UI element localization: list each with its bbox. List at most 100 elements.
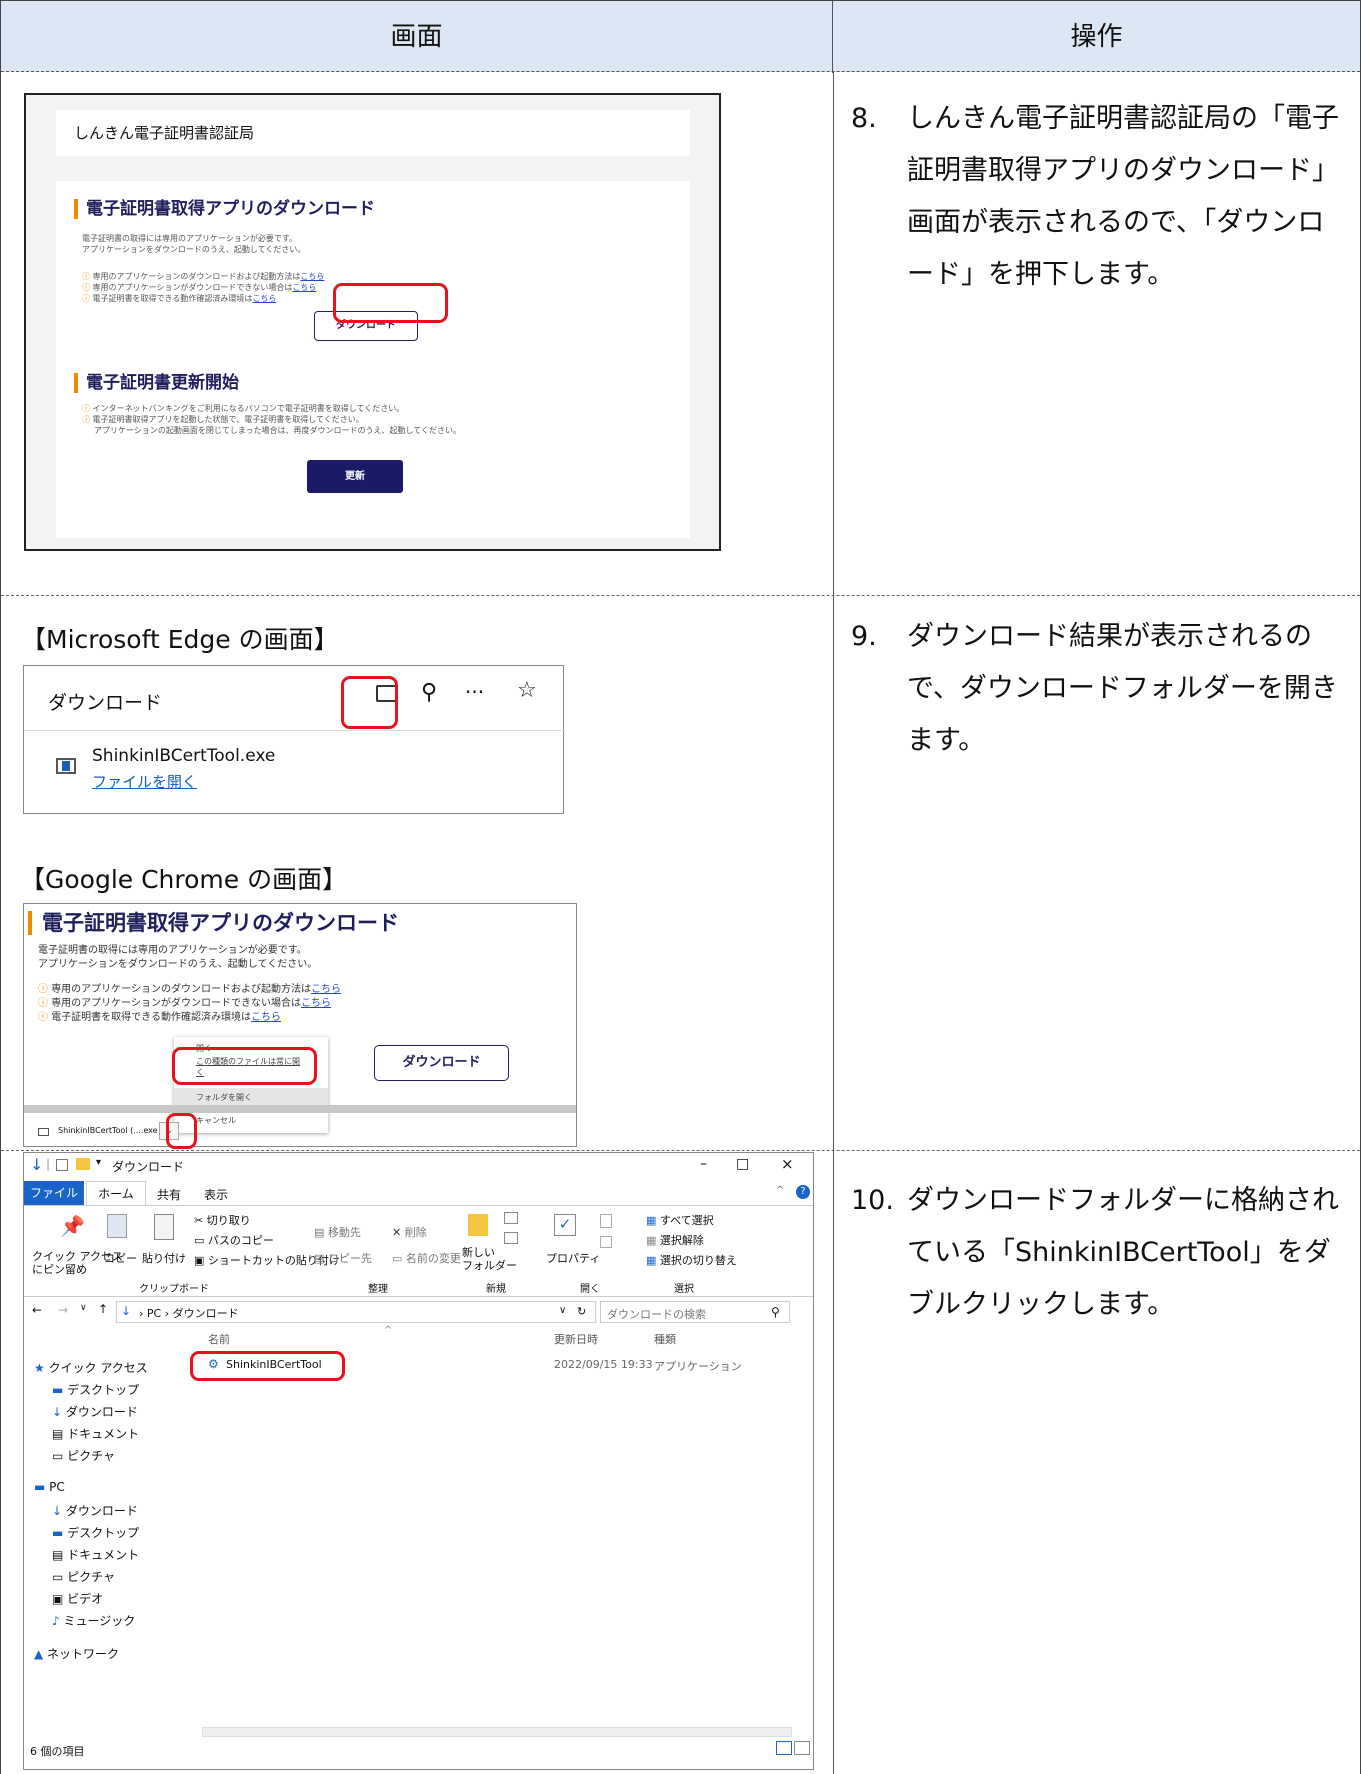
copy-path-label: パスのコピー xyxy=(207,1234,274,1247)
details-view-icon[interactable] xyxy=(776,1741,792,1755)
new-folder-icon xyxy=(468,1214,488,1236)
easy-access-icon[interactable] xyxy=(504,1232,518,1244)
select-none-icon: ▦ xyxy=(646,1234,660,1247)
help-icon[interactable]: ? xyxy=(796,1185,810,1199)
info-icon: ⓘ xyxy=(38,984,52,995)
link-here[interactable]: こちら xyxy=(301,998,331,1009)
select-all-icon: ▦ xyxy=(646,1214,660,1227)
nav-item[interactable]: ▬ デスクトップ xyxy=(52,1524,139,1541)
network-icon: ▲ xyxy=(34,1647,48,1661)
nav-pc[interactable]: ▬ PC xyxy=(34,1480,65,1494)
tab-share[interactable]: 共有 xyxy=(157,1186,181,1203)
open-icon[interactable] xyxy=(600,1214,612,1228)
col-type[interactable]: 種類 xyxy=(654,1331,676,1347)
nav-label: ドキュメント xyxy=(67,1548,140,1562)
step-text: ダウンロードフォルダーに格納されている「ShinkinIBCertTool」をダ… xyxy=(907,1185,1339,1320)
maximize-icon[interactable]: □ xyxy=(736,1156,749,1172)
select-all-item[interactable]: ▦ すべて選択 xyxy=(646,1212,714,1228)
nav-item[interactable]: ▣ ビデオ xyxy=(52,1590,103,1607)
paste-button[interactable]: 貼り付け xyxy=(142,1250,186,1266)
rename-item[interactable]: ▭ 名前の変更 xyxy=(392,1250,461,1266)
link-here[interactable]: こちら xyxy=(251,1012,281,1023)
horizontal-scrollbar[interactable] xyxy=(202,1727,792,1737)
crumb-pc[interactable]: PC xyxy=(147,1307,161,1320)
horizontal-scrollbar[interactable] xyxy=(24,1105,576,1113)
minimize-icon[interactable]: – xyxy=(700,1156,707,1172)
new-folder-button[interactable]: 新しい フォルダー xyxy=(462,1246,517,1272)
link-here[interactable]: こちら xyxy=(300,272,324,281)
delete-item[interactable]: ✕ 削除 xyxy=(392,1224,427,1240)
download-item[interactable]: ShinkinIBCertTool (....exe xyxy=(58,1126,158,1135)
search-box[interactable]: ダウンロードの検索 ⚲ xyxy=(600,1301,790,1323)
open-file-link[interactable]: ファイルを開く xyxy=(92,771,197,792)
nav-label: デスクトップ xyxy=(67,1526,140,1540)
highlight-folder-icon xyxy=(341,676,398,729)
crumb-downloads[interactable]: ダウンロード xyxy=(173,1307,239,1320)
chrome-download-button[interactable]: ダウンロード xyxy=(374,1045,509,1081)
refresh-icon[interactable]: ↻ xyxy=(577,1305,586,1318)
table-header: 画面 操作 xyxy=(1,0,1360,73)
history-icon[interactable]: ∨ xyxy=(80,1303,87,1313)
nav-item[interactable]: ▬ デスクトップ xyxy=(52,1381,139,1398)
properties-icon[interactable] xyxy=(56,1159,68,1171)
move-to-item[interactable]: ▤ 移動先 xyxy=(314,1224,361,1240)
search-icon[interactable]: ⚲ xyxy=(421,680,437,705)
address-bar[interactable]: ↓ › PC › ダウンロード ∨ ↻ xyxy=(116,1301,596,1323)
nav-item[interactable]: ♪ ミュージック xyxy=(52,1612,135,1629)
group-organize: 整理 xyxy=(368,1284,388,1295)
copy-button[interactable]: コピー xyxy=(104,1250,137,1266)
download-arrow-icon: ↓ xyxy=(52,1504,66,1518)
invert-selection-label: 選択の切り替え xyxy=(659,1254,737,1267)
new-item-icon[interactable] xyxy=(504,1212,518,1224)
select-none-item[interactable]: ▦ 選択解除 xyxy=(646,1232,704,1248)
title-bar: ↓ | ▾ ダウンロード – □ × xyxy=(24,1153,813,1181)
invert-selection-item[interactable]: ▦ 選択の切り替え xyxy=(646,1252,737,1268)
nav-item[interactable]: ▤ ドキュメント xyxy=(52,1546,139,1563)
folder-icon[interactable] xyxy=(76,1158,90,1170)
collapse-ribbon-icon[interactable]: ^ xyxy=(776,1185,784,1196)
star-icon: ★ xyxy=(34,1361,49,1375)
forward-icon[interactable]: → xyxy=(58,1303,68,1317)
properties-button[interactable]: プロパティ xyxy=(546,1250,600,1266)
video-icon: ▣ xyxy=(52,1592,68,1606)
col-date[interactable]: 更新日時 xyxy=(554,1331,598,1347)
info-icon: ⓘ xyxy=(82,404,93,413)
up-icon[interactable]: ↑ xyxy=(98,1302,108,1316)
step-text: ダウンロード結果が表示されるので、ダウンロードフォルダーを開きます。 xyxy=(907,621,1338,756)
cut-item[interactable]: ✂ 切り取り xyxy=(194,1212,251,1228)
intro-text: 電子証明書の取得には専用のアプリケーションが必要です。 アプリケーションをダウン… xyxy=(82,233,305,255)
edge-panel-title: ダウンロード xyxy=(48,692,163,714)
back-icon[interactable]: ← xyxy=(32,1303,42,1317)
copy-to-item[interactable]: ▤ コピー先 xyxy=(314,1250,372,1266)
update-button[interactable]: 更新 xyxy=(307,460,403,493)
nav-item[interactable]: ▭ ピクチャ xyxy=(52,1568,115,1585)
edit-icon[interactable] xyxy=(600,1236,612,1248)
nav-label: ピクチャ xyxy=(67,1570,116,1584)
chrome-intro: 電子証明書の取得には専用のアプリケーションが必要です。 アプリケーションをダウン… xyxy=(38,944,317,972)
large-icons-view-icon[interactable] xyxy=(794,1741,810,1755)
site-title: しんきん電子証明書認証局 xyxy=(56,110,690,156)
tab-view[interactable]: 表示 xyxy=(204,1186,228,1203)
copy-to-icon: ▤ xyxy=(314,1252,328,1265)
copy-path-item[interactable]: ▭ パスのコピー xyxy=(194,1232,274,1248)
nav-item[interactable]: ↓ ダウンロード xyxy=(52,1502,138,1519)
close-icon[interactable]: × xyxy=(781,1155,794,1173)
link-here[interactable]: こちら xyxy=(292,283,316,292)
nav-item[interactable]: ▭ ピクチャ xyxy=(52,1447,115,1464)
file-explorer-window: ↓ | ▾ ダウンロード – □ × ファイル ホーム 共有 表示 ^ ? 📌 … xyxy=(23,1152,814,1770)
pin-icon[interactable]: ☆ xyxy=(517,678,537,703)
search-placeholder: ダウンロードの検索 xyxy=(607,1308,706,1321)
more-icon[interactable]: ··· xyxy=(465,680,484,704)
qa-dropdown-icon[interactable]: ▾ xyxy=(96,1157,101,1168)
paste-icon xyxy=(154,1214,174,1240)
nav-quick-access[interactable]: ★ クイック アクセス xyxy=(34,1359,148,1376)
col-name[interactable]: 名前 xyxy=(208,1331,230,1347)
nav-network[interactable]: ▲ ネットワーク xyxy=(34,1645,119,1662)
link-here[interactable]: こちら xyxy=(252,294,276,303)
tab-file[interactable]: ファイル xyxy=(24,1181,84,1205)
link-here[interactable]: こちら xyxy=(311,984,341,995)
address-dropdown-icon[interactable]: ∨ xyxy=(559,1305,566,1316)
nav-item[interactable]: ↓ ダウンロード xyxy=(52,1403,138,1420)
tab-home[interactable]: ホーム xyxy=(86,1181,146,1206)
nav-item[interactable]: ▤ ドキュメント xyxy=(52,1425,139,1442)
